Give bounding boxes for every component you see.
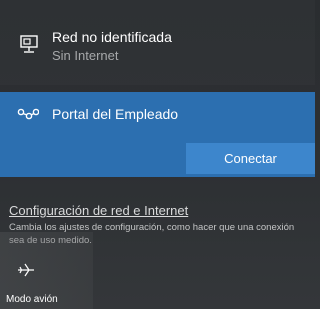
network-item-ethernet[interactable]: Red no identificada Sin Internet (0, 0, 315, 85)
ethernet-network-name: Red no identificada (52, 29, 172, 45)
network-item-portal-del-empleado[interactable]: Portal del Empleado Conectar (0, 92, 315, 177)
airplane-mode-label: Modo avión (6, 294, 58, 305)
network-settings-link[interactable]: Configuración de red e Internet (9, 203, 188, 218)
ethernet-network-status: Sin Internet (52, 48, 119, 63)
airplane-icon (18, 263, 34, 277)
connect-button[interactable]: Conectar (186, 143, 315, 174)
wifi-network-icon (17, 108, 39, 120)
ethernet-icon (20, 35, 38, 53)
wifi-network-name: Portal del Empleado (52, 106, 179, 122)
